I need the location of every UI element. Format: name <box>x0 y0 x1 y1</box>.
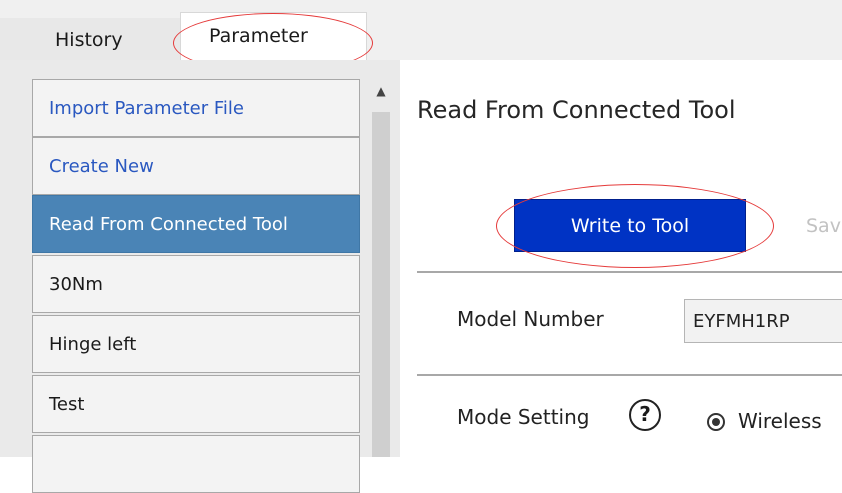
tab-parameter-label: Parameter <box>209 25 308 47</box>
mode-option-wireless[interactable]: Wireless <box>738 409 822 433</box>
list-item-create-new[interactable]: Create New <box>32 137 360 195</box>
list-item-test[interactable]: Test <box>32 375 360 433</box>
model-number-field[interactable]: EYFMH1RP <box>684 299 842 343</box>
divider-top <box>417 271 842 273</box>
list-item-empty[interactable] <box>32 435 360 493</box>
tab-history-label: History <box>55 29 123 51</box>
list-item-read-from-connected-tool[interactable]: Read From Connected Tool <box>32 195 360 253</box>
question-circle-icon[interactable]: ? <box>629 399 661 431</box>
list-item-hinge-left[interactable]: Hinge left <box>32 315 360 373</box>
tab-history[interactable]: History <box>0 18 181 60</box>
radio-selected-icon[interactable] <box>707 413 725 431</box>
tab-strip: History Parameter <box>0 0 842 73</box>
model-number-label: Model Number <box>457 307 604 331</box>
list-item-30nm[interactable]: 30Nm <box>32 255 360 313</box>
divider-bottom <box>417 374 842 376</box>
page-title: Read From Connected Tool <box>417 96 736 124</box>
scrollbar-track[interactable] <box>372 112 390 457</box>
scroll-up-arrow-icon[interactable]: ▲ <box>372 80 390 102</box>
list-item-import-parameter-file[interactable]: Import Parameter File <box>32 79 360 137</box>
write-to-tool-button[interactable]: Write to Tool <box>514 199 746 252</box>
mode-setting-label: Mode Setting <box>457 405 590 429</box>
tab-parameter[interactable]: Parameter <box>180 12 367 61</box>
save-button[interactable]: Sav <box>806 215 841 237</box>
